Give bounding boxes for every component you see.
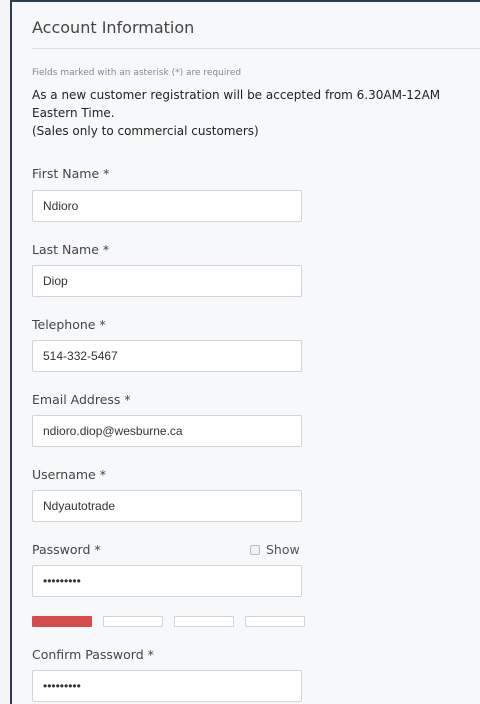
notice-line: (Sales only to commercial customers) <box>32 124 259 138</box>
last-name-input[interactable] <box>32 265 302 297</box>
email-input[interactable] <box>32 415 302 447</box>
notice-line: As a new customer registration will be a… <box>32 88 441 102</box>
password-label: Password * <box>32 542 101 557</box>
show-password-checkbox[interactable] <box>250 544 260 555</box>
notice-line: Eastern Time. <box>32 106 115 120</box>
first-name-input[interactable] <box>32 190 302 222</box>
required-fields-note: Fields marked with an asterisk (*) are r… <box>32 68 242 78</box>
show-password-label: Show <box>266 542 300 557</box>
telephone-label: Telephone * <box>32 317 106 332</box>
registration-notice: As a new customer registration will be a… <box>32 86 480 140</box>
show-password-toggle[interactable]: Show <box>250 542 300 557</box>
section-title: Account Information <box>32 18 195 37</box>
password-input[interactable] <box>32 565 302 597</box>
strength-segment <box>32 616 92 627</box>
account-form-panel: Account Information Fields marked with a… <box>10 0 480 704</box>
last-name-label: Last Name * <box>32 242 110 257</box>
email-label: Email Address * <box>32 392 131 407</box>
strength-segment <box>245 616 305 627</box>
confirm-password-input[interactable] <box>32 670 302 702</box>
first-name-label: First Name * <box>32 166 110 181</box>
section-divider <box>32 48 480 49</box>
strength-segment <box>103 616 163 627</box>
confirm-password-label: Confirm Password * <box>32 647 154 662</box>
username-input[interactable] <box>32 490 302 522</box>
telephone-input[interactable] <box>32 340 302 372</box>
strength-segment <box>174 616 234 627</box>
username-label: Username * <box>32 467 106 482</box>
password-strength-meter <box>32 616 305 627</box>
